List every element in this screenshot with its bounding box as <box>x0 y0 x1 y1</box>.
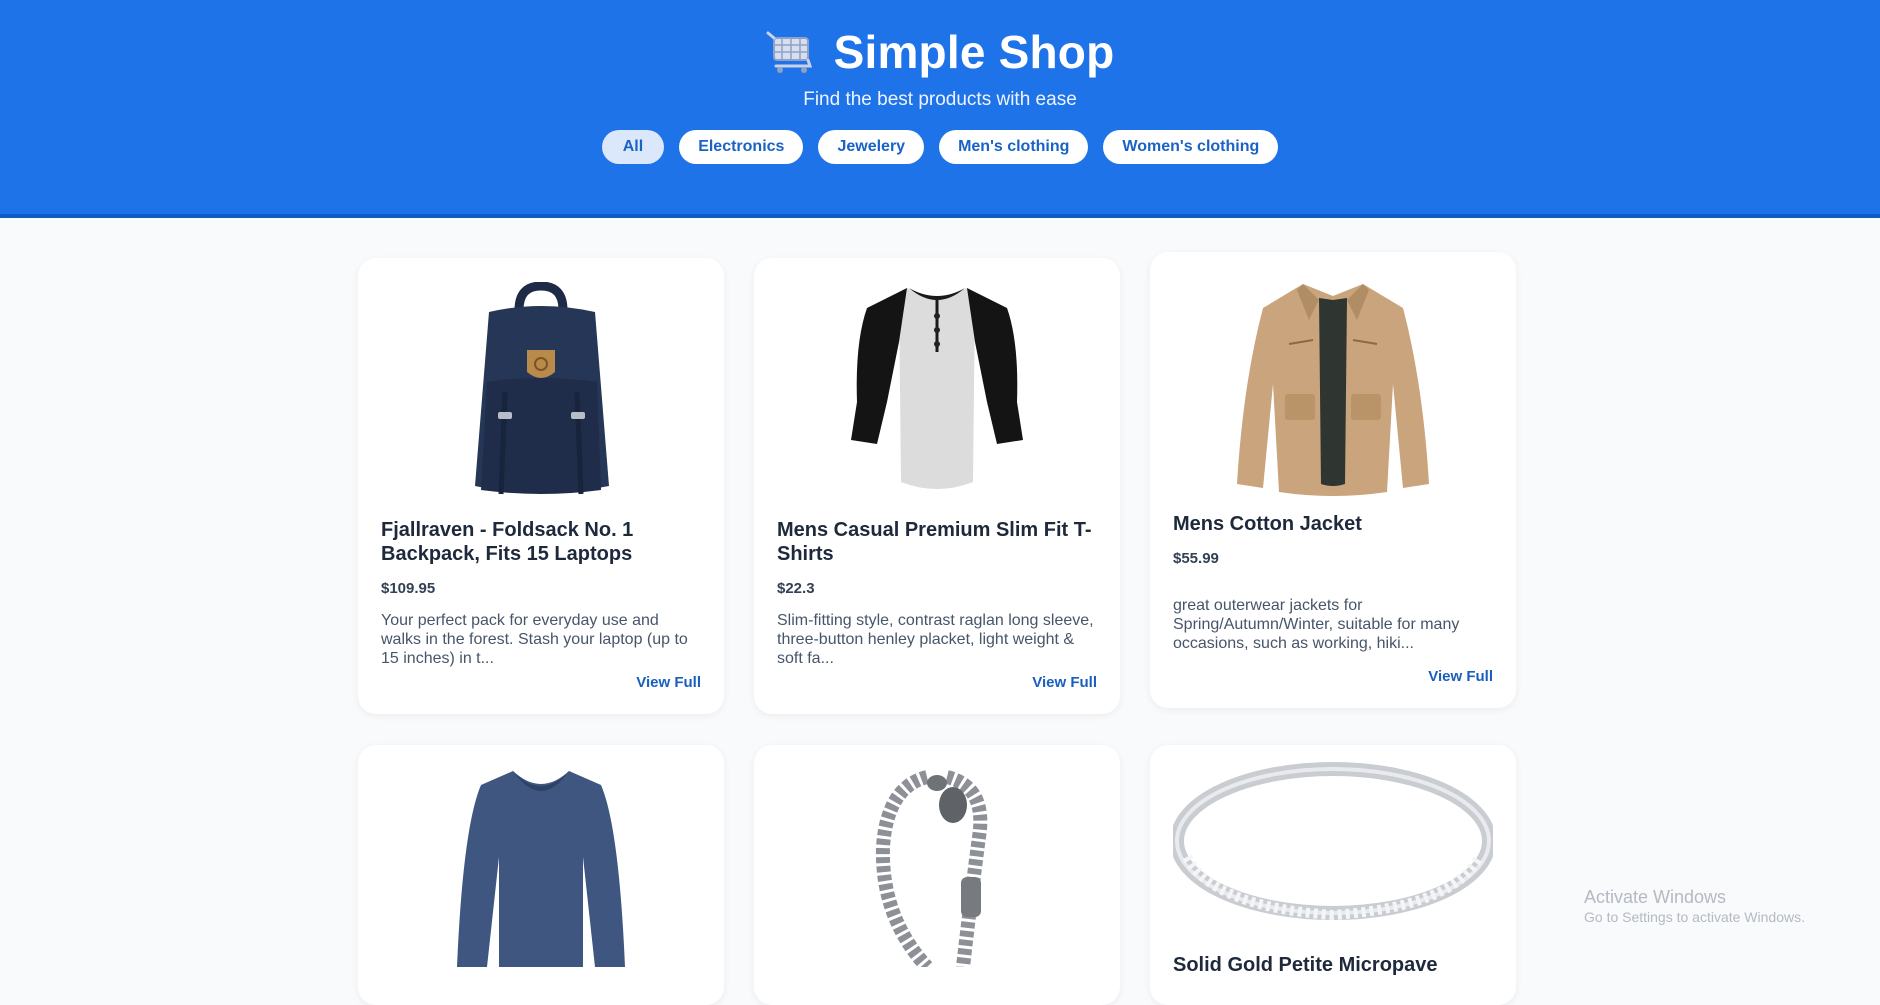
product-name: Mens Cotton Jacket <box>1173 513 1362 535</box>
view-full-link[interactable]: View Full <box>1032 674 1097 691</box>
product-card[interactable]: Solid Gold Petite Micropave <box>1150 745 1516 1005</box>
filter-mens-clothing[interactable]: Men's clothing <box>939 130 1089 164</box>
product-price: $22.3 <box>777 580 815 597</box>
watermark-title: Activate Windows <box>1584 887 1727 907</box>
filter-womens-clothing[interactable]: Women's clothing <box>1103 130 1279 164</box>
product-card[interactable]: Fjallraven - Foldsack No. 1 Backpack, Fi… <box>358 258 724 714</box>
ring-image <box>1173 762 1493 921</box>
product-card[interactable]: Mens Casual Premium Slim Fit T-Shirts $2… <box>754 258 1120 714</box>
site-header: Simple Shop Find the best products with … <box>0 0 1880 218</box>
product-image <box>754 282 1120 504</box>
view-full-link[interactable]: View Full <box>636 674 701 691</box>
view-full-link[interactable]: View Full <box>1428 668 1493 685</box>
product-info: Fjallraven - Foldsack No. 1 Backpack, Fi… <box>381 518 701 668</box>
product-description: Your perfect pack for everyday use and w… <box>381 612 688 667</box>
product-card[interactable] <box>358 745 724 1005</box>
product-image <box>1150 761 1516 921</box>
backpack-image <box>475 282 609 495</box>
product-description: Slim-fitting style, contrast raglan long… <box>777 612 1094 667</box>
product-image <box>754 767 1120 967</box>
product-info: Solid Gold Petite Micropave <box>1173 953 1493 977</box>
product-price: $55.99 <box>1173 550 1219 567</box>
jacket-image <box>1237 284 1429 496</box>
page-title: Simple Shop <box>833 26 1115 78</box>
product-card[interactable] <box>754 745 1120 1005</box>
product-name: Mens Casual Premium Slim Fit T-Shirts <box>777 519 1092 565</box>
product-image <box>358 282 724 504</box>
product-image <box>358 767 724 967</box>
product-name: Fjallraven - Foldsack No. 1 Backpack, Fi… <box>381 519 634 565</box>
filter-electronics[interactable]: Electronics <box>679 130 804 164</box>
product-description: great outerwear jackets for Spring/Autum… <box>1173 597 1460 652</box>
product-info: Mens Casual Premium Slim Fit T-Shirts $2… <box>777 518 1097 668</box>
shopping-cart-icon <box>766 31 812 73</box>
product-card[interactable]: Mens Cotton Jacket $55.99 great outerwea… <box>1150 252 1516 708</box>
product-info: Mens Cotton Jacket $55.99 great outerwea… <box>1173 512 1493 653</box>
product-image <box>1150 274 1516 496</box>
brand: Simple Shop <box>0 22 1880 82</box>
tshirt-image <box>851 288 1023 489</box>
activate-windows-watermark: Activate Windows Go to Settings to activ… <box>1584 886 1805 926</box>
filter-jewelery[interactable]: Jewelery <box>818 130 925 164</box>
product-name: Solid Gold Petite Micropave <box>1173 954 1438 976</box>
filter-all[interactable]: All <box>601 130 665 164</box>
product-price: $109.95 <box>381 580 436 597</box>
page-subtitle: Find the best products with ease <box>803 89 1077 110</box>
category-filters: All Electronics Jewelery Men's clothing … <box>0 130 1880 164</box>
bracelet-image <box>875 770 988 967</box>
long-sleeve-shirt-image <box>457 771 625 967</box>
watermark-subtitle: Go to Settings to activate Windows. <box>1584 909 1805 925</box>
